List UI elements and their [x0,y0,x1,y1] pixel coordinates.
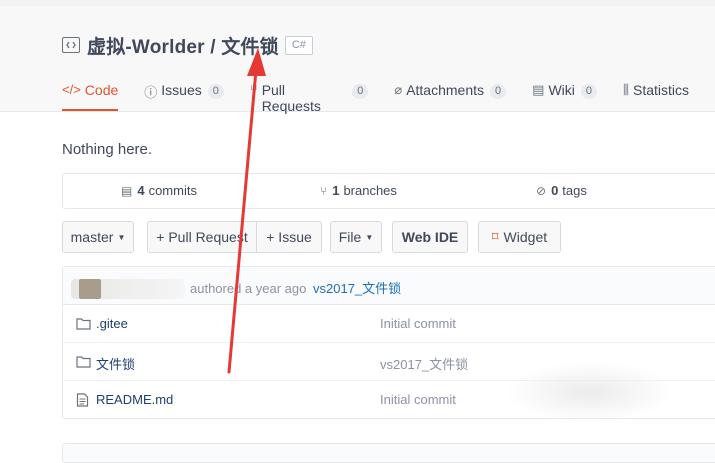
commits-count: 4 [137,183,145,198]
wiki-count-badge: 0 [580,84,597,99]
tab-statistics-label: Statistics [632,82,689,98]
file-text-icon [76,393,89,410]
tag-icon: ⊘ [536,183,547,198]
commits-label: commits [148,183,197,198]
issues-count-badge: 0 [207,84,224,99]
code-icon: </> [62,82,81,97]
tab-attachments-label: Attachments [406,82,485,98]
branch-select[interactable]: master ▼ [62,221,134,253]
file-name-link[interactable]: 文件锁 [96,354,135,373]
tab-attachments[interactable]: ⌀ Attachments 0 [394,78,507,111]
pull-request-icon: ⑂ [249,82,258,97]
branch-name: master [70,229,114,245]
repo-title: 虚拟-Worlder / 文件锁 C# [62,30,313,60]
web-ide-button[interactable]: Web IDE [392,221,468,253]
branches-stat[interactable]: ⑂ 1 branches [320,183,397,198]
new-issue-button[interactable]: + Issue [256,221,322,253]
book-icon: ▤ [532,82,545,97]
tab-code-label: Code [84,82,119,98]
repo-tabs: </> Code ⓘ Issues 0 ⑂ Pull Requests 0 ⌀ … [62,78,715,114]
repo-header: 虚拟-Worlder / 文件锁 C# </> Code ⓘ Issues 0 … [0,0,715,114]
tags-label: tags [562,183,587,198]
pull-request-button[interactable]: + Pull Request [147,221,257,253]
tab-pull-requests[interactable]: ⑂ Pull Requests 0 [249,78,369,114]
branch-icon: ⑂ [320,183,328,198]
file-commit-message[interactable]: vs2017_文件锁 [380,354,468,373]
chevron-down-icon: ▼ [117,232,126,242]
file-list: authored a year ago vs2017_文件锁 .gitee In… [62,266,715,419]
avatar[interactable] [79,279,101,299]
commit-message-link[interactable]: vs2017_文件锁 [313,281,401,296]
bar-chart-icon: ⫼ [623,82,629,97]
tab-pull-requests-label: Pull Requests [261,82,321,114]
language-badge: C# [284,35,313,55]
empty-repo-message: Nothing here. [62,141,153,158]
tab-issues[interactable]: ⓘ Issues 0 [144,78,224,111]
issues-icon: ⓘ [144,85,158,100]
folder-icon [76,355,91,371]
repo-stats-bar: ▤ 4 commits ⑂ 1 branches ⊘ 0 tags [62,173,715,209]
folder-icon [76,317,91,333]
file-menu-button[interactable]: File ▼ [330,221,382,253]
top-bar [0,0,715,6]
tags-stat[interactable]: ⊘ 0 tags [536,183,587,198]
file-commit-message[interactable]: Initial commit [380,392,456,407]
file-name-link[interactable]: .gitee [96,316,128,331]
file-commit-message[interactable]: Initial commit [380,316,456,331]
commit-time: authored a year ago [190,281,307,296]
branches-label: branches [343,183,397,198]
tab-wiki[interactable]: ▤ Wiki 0 [532,78,597,111]
file-menu-label: File [338,229,362,245]
last-commit-row: authored a year ago vs2017_文件锁 [63,267,715,305]
paperclip-icon: ⌀ [394,82,403,97]
widget-button[interactable]: ⌑ Widget [478,221,561,253]
tab-issues-label: Issues [161,82,202,98]
widget-label: Widget [503,229,548,245]
last-commit-info: authored a year ago vs2017_文件锁 [190,278,401,297]
bookmark-icon: ⌑ [491,229,499,244]
repo-name-link[interactable]: 虚拟-Worlder / 文件锁 [87,32,279,59]
list-item[interactable]: README.md Initial commit [63,381,715,419]
tags-count: 0 [551,183,559,198]
repo-code-icon [62,37,80,53]
pull-requests-count-badge: 0 [352,84,369,99]
list-item[interactable]: 文件锁 vs2017_文件锁 [63,343,715,381]
tab-code[interactable]: </> Code [62,78,119,111]
attachments-count-badge: 0 [490,84,507,99]
tab-statistics[interactable]: ⫼ Statistics [623,78,689,111]
file-name-link[interactable]: README.md [96,392,173,407]
tab-wiki-label: Wiki [548,82,575,98]
commits-stat[interactable]: ▤ 4 commits [121,183,197,198]
commit-list-icon: ▤ [121,183,133,198]
readme-box [62,443,715,463]
chevron-down-icon: ▼ [365,232,374,242]
list-item[interactable]: .gitee Initial commit [63,305,715,343]
branches-count: 1 [332,183,340,198]
